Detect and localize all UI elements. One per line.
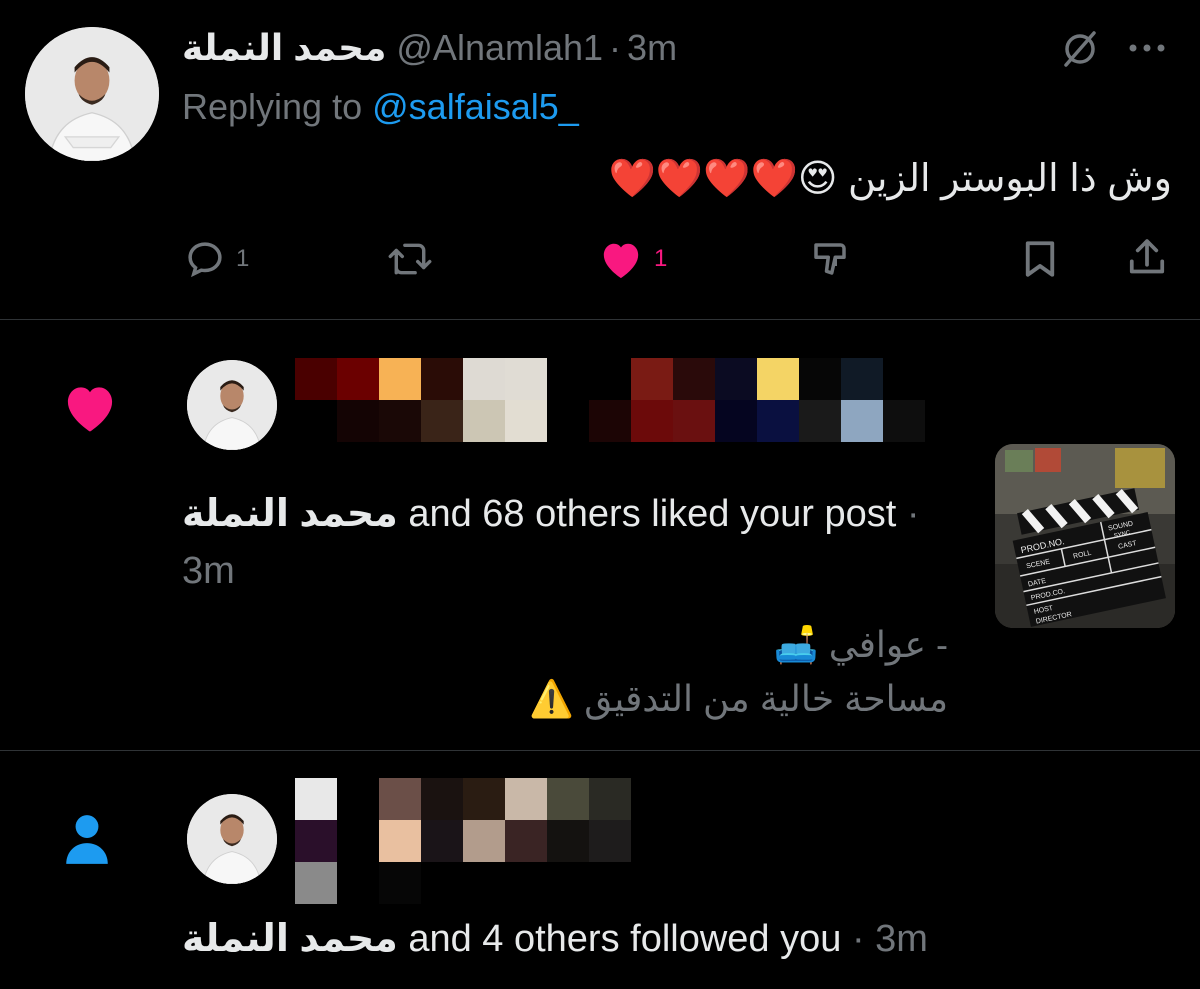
follower-avatar[interactable]: [187, 794, 277, 884]
avatar-photo: [25, 27, 159, 161]
replying-handle[interactable]: @salfaisal5_: [372, 86, 579, 127]
post-preview-line1: - عوافي 🛋️: [773, 624, 948, 665]
replying-to: Replying to @salfaisal5_: [182, 86, 579, 128]
heart-icon: [603, 243, 639, 279]
views-icon: [814, 243, 846, 275]
liker-avatar[interactable]: [187, 360, 277, 450]
post-preview-line2: مساحة خالية من التدقيق ⚠️: [529, 678, 948, 719]
separator-dot: ·: [851, 918, 865, 960]
author-handle[interactable]: @Alnamlah1: [396, 27, 603, 69]
bookmark-icon: [1025, 241, 1055, 277]
divider: [0, 750, 1200, 751]
clapperboard-image: PROD.NO. SCENE ROLL SOUND SYNC CAST DATE…: [995, 444, 1175, 628]
like-button[interactable]: 1: [598, 238, 667, 280]
tweet-time[interactable]: 3m: [627, 27, 677, 69]
reply-button[interactable]: 1: [184, 238, 249, 280]
bookmark-button[interactable]: [1020, 238, 1060, 280]
share-icon: [1129, 239, 1165, 274]
retweet-icon: [388, 243, 432, 275]
redacted-avatars: [295, 358, 925, 442]
post-thumbnail[interactable]: PROD.NO. SCENE ROLL SOUND SYNC CAST DATE…: [995, 444, 1175, 628]
follow-time: 3m: [875, 918, 928, 960]
author-avatar[interactable]: [25, 27, 159, 161]
retweet-button[interactable]: [386, 238, 434, 280]
author-name[interactable]: محمد النملة: [182, 27, 386, 69]
like-time: 3m: [182, 550, 235, 592]
reply-count: 1: [236, 245, 250, 272]
avatar-photo: [187, 794, 277, 884]
person-icon: [62, 812, 112, 866]
share-button[interactable]: [1126, 236, 1168, 280]
redacted-avatars: [295, 778, 631, 904]
like-summary: محمد النملة and 68 others liked your pos…: [182, 486, 922, 600]
reply-icon: [188, 242, 222, 278]
replying-prefix: Replying to: [182, 86, 363, 127]
views-button[interactable]: [808, 238, 852, 280]
like-count: 1: [654, 245, 668, 272]
tweet-text: وش ذا البوستر الزين 😍❤️❤️❤️❤️: [608, 158, 1172, 200]
separator-dot: ·: [906, 493, 920, 535]
avatar-photo: [187, 360, 277, 450]
separator-dot: ·: [609, 27, 622, 68]
grok-icon[interactable]: [1058, 27, 1102, 71]
like-text: and 68 others liked your post: [408, 493, 897, 535]
follower-name[interactable]: محمد النملة: [182, 918, 398, 960]
follow-summary: محمد النملة and 4 others followed you · …: [182, 916, 928, 961]
heart-icon: [60, 380, 120, 434]
more-icon[interactable]: [1124, 36, 1170, 60]
liker-name[interactable]: محمد النملة: [182, 493, 398, 535]
follow-text: and 4 others followed you: [408, 918, 842, 960]
divider: [0, 319, 1200, 320]
